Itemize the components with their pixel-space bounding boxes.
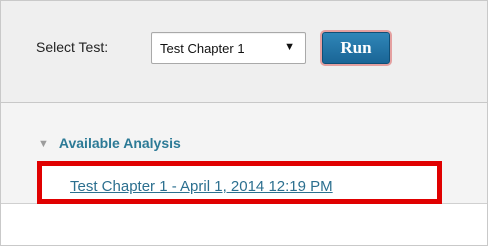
analysis-panel: Select Test: Test Chapter 1 ▼ Run ▼ Avail… — [0, 0, 488, 246]
test-select-toolbar: Select Test: Test Chapter 1 ▼ Run — [1, 1, 487, 103]
available-analysis-toggle[interactable]: ▼ Available Analysis — [38, 135, 181, 151]
available-analysis-section: ▼ Available Analysis Test Chapter 1 - Apr… — [1, 103, 487, 204]
select-test-label: Select Test: — [36, 39, 109, 55]
available-analysis-heading: Available Analysis — [58, 135, 181, 151]
test-dropdown-value: Test Chapter 1 — [160, 41, 245, 56]
highlight-box: Test Chapter 1 - April 1, 2014 12:19 PM — [37, 161, 442, 204]
analysis-result-link[interactable]: Test Chapter 1 - April 1, 2014 12:19 PM — [70, 178, 333, 195]
test-dropdown[interactable]: Test Chapter 1 ▼ — [151, 32, 306, 64]
collapse-triangle-icon: ▼ — [38, 138, 49, 150]
chevron-down-icon: ▼ — [284, 41, 295, 53]
run-button[interactable]: Run — [322, 32, 390, 64]
